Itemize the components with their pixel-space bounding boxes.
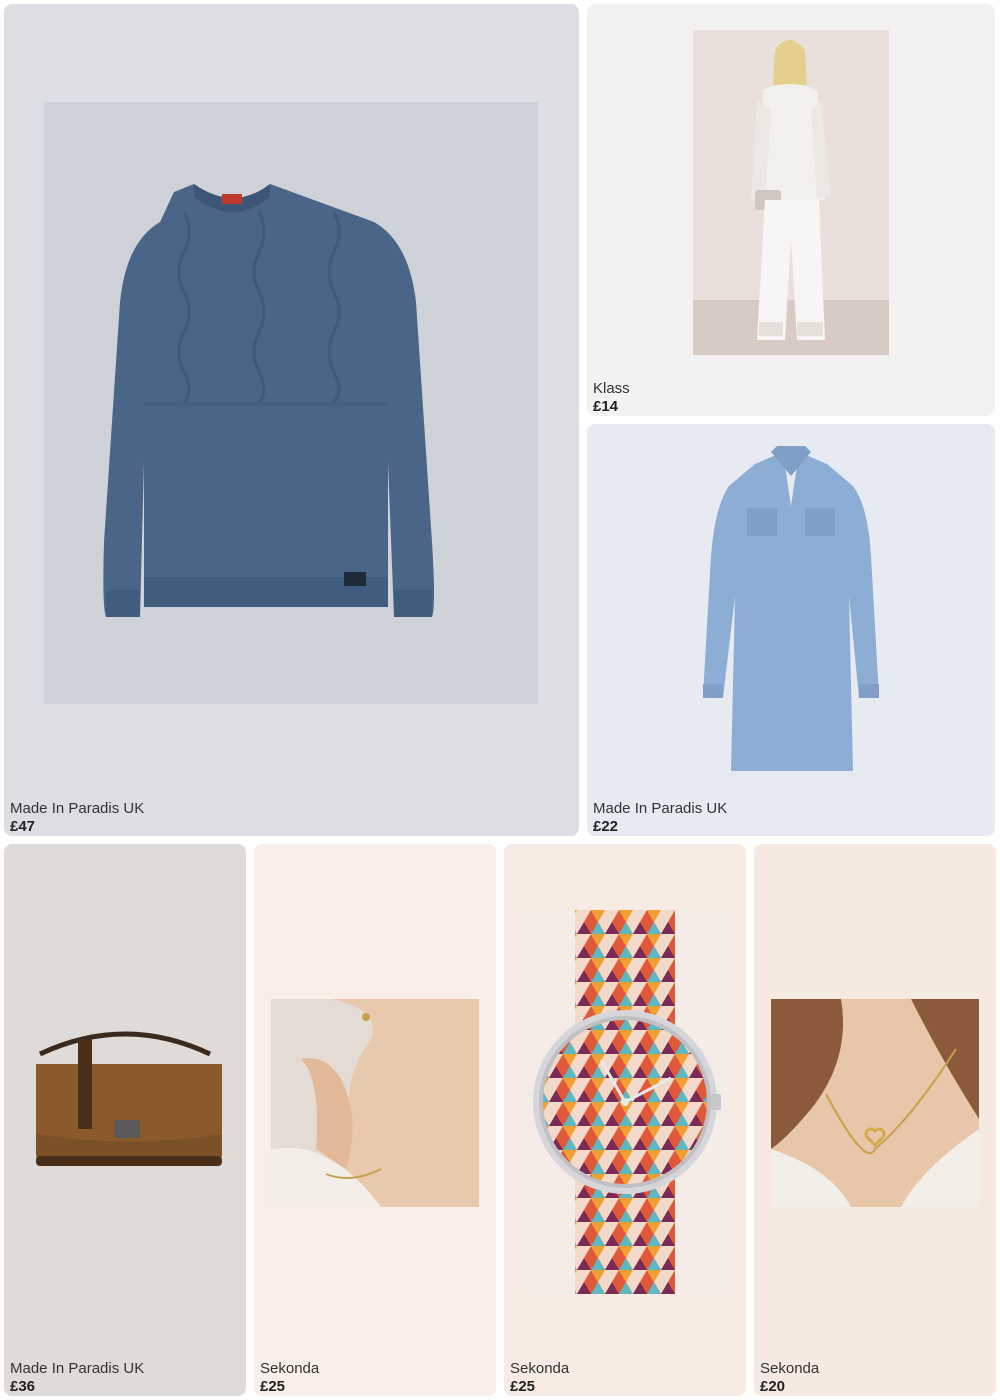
product-caption: Sekonda £25 (510, 1360, 569, 1396)
product-brand: Sekonda (760, 1360, 820, 1377)
product-card[interactable]: Made In Paradis UK £36 (4, 844, 246, 1396)
product-brand: Made In Paradis UK (10, 1360, 145, 1377)
product-card[interactable]: Sekonda £20 (754, 844, 996, 1396)
product-caption: Sekonda £25 (260, 1360, 319, 1396)
product-brand: Made In Paradis UK (593, 800, 728, 817)
product-card[interactable]: Made In Paradis UK £47 (4, 4, 579, 836)
product-card[interactable]: Sekonda £25 (254, 844, 496, 1396)
product-caption: Made In Paradis UK £36 (10, 1360, 144, 1396)
product-brand: Klass (593, 380, 630, 397)
product-caption: Klass £14 (593, 380, 630, 416)
product-price: £47 (10, 818, 36, 835)
product-image-necklace[interactable] (771, 999, 979, 1207)
product-image-sweater[interactable] (44, 102, 538, 704)
product-caption: Made In Paradis UK £22 (593, 800, 727, 836)
product-image-bag[interactable] (20, 1024, 230, 1174)
product-image-watch[interactable] (521, 910, 729, 1294)
product-brand: Made In Paradis UK (10, 800, 145, 817)
product-image-white-outfit[interactable] (693, 30, 889, 355)
product-price: £25 (510, 1378, 536, 1395)
product-card[interactable]: Sekonda £25 (504, 844, 746, 1396)
product-brand: Sekonda (260, 1360, 320, 1377)
product-caption: Made In Paradis UK £47 (10, 800, 144, 836)
product-image-bracelet[interactable] (271, 999, 479, 1207)
product-price: £22 (593, 818, 619, 835)
product-caption: Sekonda £20 (760, 1360, 819, 1396)
product-price: £25 (260, 1378, 286, 1395)
product-price: £36 (10, 1378, 36, 1395)
product-card[interactable]: Klass £14 (587, 4, 995, 416)
product-brand: Sekonda (510, 1360, 570, 1377)
product-image-denim-dress[interactable] (693, 446, 889, 776)
product-price: £14 (593, 398, 619, 415)
product-card[interactable]: Made In Paradis UK £22 (587, 424, 995, 836)
product-price: £20 (760, 1378, 786, 1395)
